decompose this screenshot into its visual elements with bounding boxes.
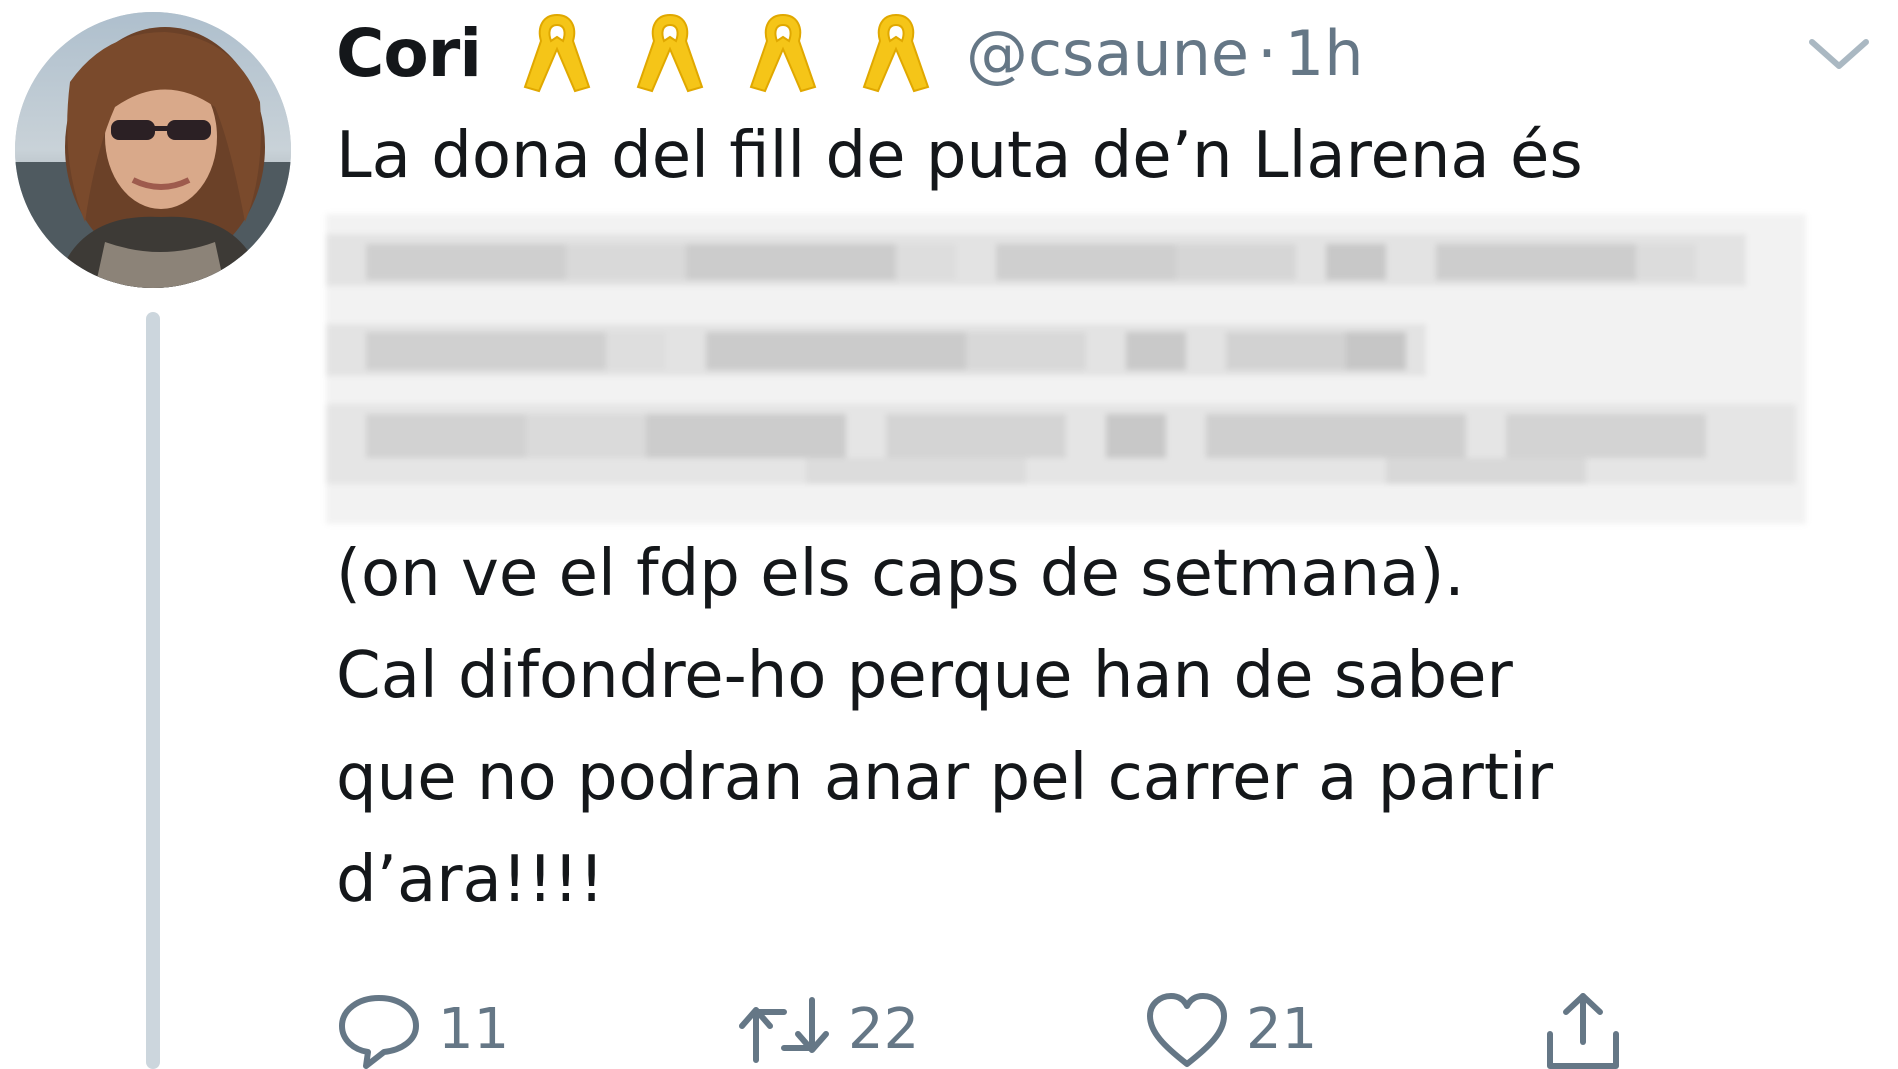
yellow-ribbon-icon [862, 13, 930, 93]
heart-icon [1147, 993, 1227, 1067]
tweet-text-line: d’ara!!!! [336, 843, 605, 917]
tweet-text-line: La dona del fill de puta de’n Llarena és [336, 119, 1583, 193]
tweet-text-line: Cal difondre-ho perque han de saber [336, 639, 1513, 713]
yellow-ribbon-icon [749, 13, 817, 93]
tweet-actions: 11 22 21 [336, 990, 1636, 1069]
tweet-header: Cori @csaune · 1h [336, 8, 1364, 98]
retweet-count: 22 [848, 997, 920, 1062]
separator-dot: · [1257, 16, 1277, 90]
retweet-button[interactable]: 22 [736, 990, 919, 1069]
timestamp[interactable]: 1h [1285, 17, 1364, 90]
reply-button[interactable]: 11 [336, 990, 509, 1069]
tweet-text-line: (on ve el fdp els caps de setmana). [336, 537, 1465, 611]
user-handle[interactable]: @csaune [966, 17, 1249, 90]
like-count: 21 [1246, 997, 1318, 1062]
reply-icon [339, 995, 419, 1069]
reply-count: 11 [438, 997, 510, 1062]
like-button[interactable]: 21 [1144, 990, 1317, 1069]
thread-connector-line [146, 312, 160, 1069]
tweet-card[interactable]: Cori @csaune · 1h La dona del fill de pu… [0, 0, 1898, 1069]
badge-icons [519, 11, 971, 95]
retweet-icon [739, 997, 829, 1063]
avatar-photo [15, 12, 291, 288]
display-name[interactable]: Cori [336, 15, 482, 92]
yellow-ribbon-icon [523, 13, 591, 93]
chevron-down-icon[interactable] [1806, 34, 1872, 74]
pixelated-redaction [326, 214, 1806, 524]
share-icon [1547, 993, 1619, 1069]
tweet-text-line: que no podran anar pel carrer a partir [336, 741, 1554, 815]
avatar[interactable] [15, 12, 291, 288]
yellow-ribbon-icon [636, 13, 704, 93]
share-button[interactable] [1540, 990, 1626, 1069]
